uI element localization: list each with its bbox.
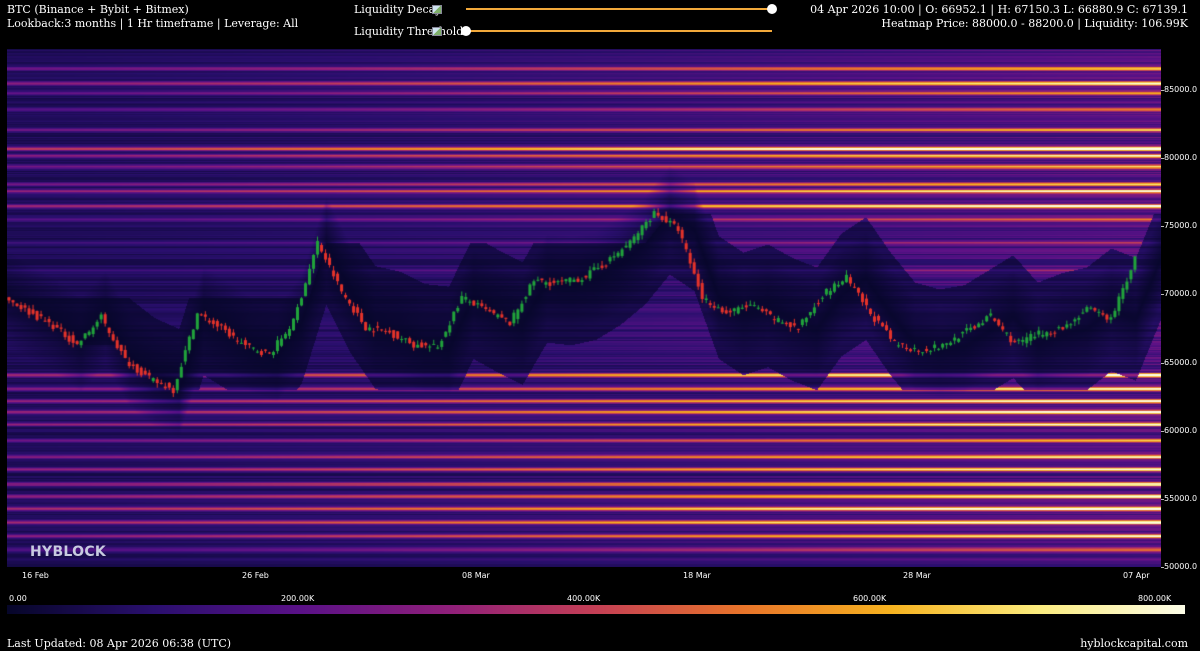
chart-subtitle: Lookback:3 months | 1 Hr timeframe | Lev… [7, 17, 299, 30]
x-tick-label: 26 Feb [242, 571, 269, 580]
y-tick-label: 75000.0 [1164, 221, 1198, 231]
y-tick-label: 55000.0 [1164, 493, 1198, 503]
colorbar-tick-label: 200.00K [281, 594, 315, 603]
chart-title: BTC (Binance + Bybit + Bitmex) [7, 3, 189, 16]
y-tick-label: 70000.0 [1164, 289, 1198, 299]
colorbar-tick-label: 0.00 [9, 594, 27, 603]
x-tick-label: 18 Mar [683, 571, 711, 580]
y-tick-label: 85000.0 [1164, 84, 1198, 94]
liquidity-threshold-knob[interactable] [461, 26, 471, 36]
broken-image-icon [432, 27, 442, 36]
heatmap-readout: Heatmap Price: 88000.0 - 88200.0 | Liqui… [881, 17, 1188, 30]
site-link[interactable]: hyblockcapital.com [1080, 637, 1188, 650]
liquidity-threshold-label: Liquidity Threshold [354, 25, 464, 38]
x-tick-label: 07 Apr [1123, 571, 1150, 580]
liquidity-decay-slider[interactable] [466, 8, 772, 10]
x-tick-label: 28 Mar [903, 571, 931, 580]
liquidity-decay-knob[interactable] [767, 4, 777, 14]
colorbar-tick-label: 800.00K [1138, 594, 1172, 603]
colorbar-tick-label: 600.00K [853, 594, 887, 603]
liquidity-heatmap[interactable] [7, 49, 1161, 567]
y-tick-label: 60000.0 [1164, 425, 1198, 435]
liquidity-threshold-slider[interactable] [466, 30, 772, 32]
colorbar-tick-label: 400.00K [567, 594, 601, 603]
hyblock-watermark: HYBLOCK [30, 544, 107, 560]
ohlc-readout: 04 Apr 2026 10:00 | O: 66952.1 | H: 6715… [810, 3, 1188, 16]
liquidity-colorbar [7, 605, 1185, 614]
x-tick-label: 16 Feb [22, 571, 49, 580]
x-tick-label: 08 Mar [462, 571, 490, 580]
liquidity-decay-label: Liquidity Decay [354, 3, 442, 16]
broken-image-icon [432, 5, 442, 14]
y-tick-label: 80000.0 [1164, 153, 1198, 163]
y-tick-label: 65000.0 [1164, 357, 1198, 367]
last-updated: Last Updated: 08 Apr 2026 06:38 (UTC) [7, 637, 232, 650]
y-tick-label: 50000.0 [1164, 562, 1198, 571]
